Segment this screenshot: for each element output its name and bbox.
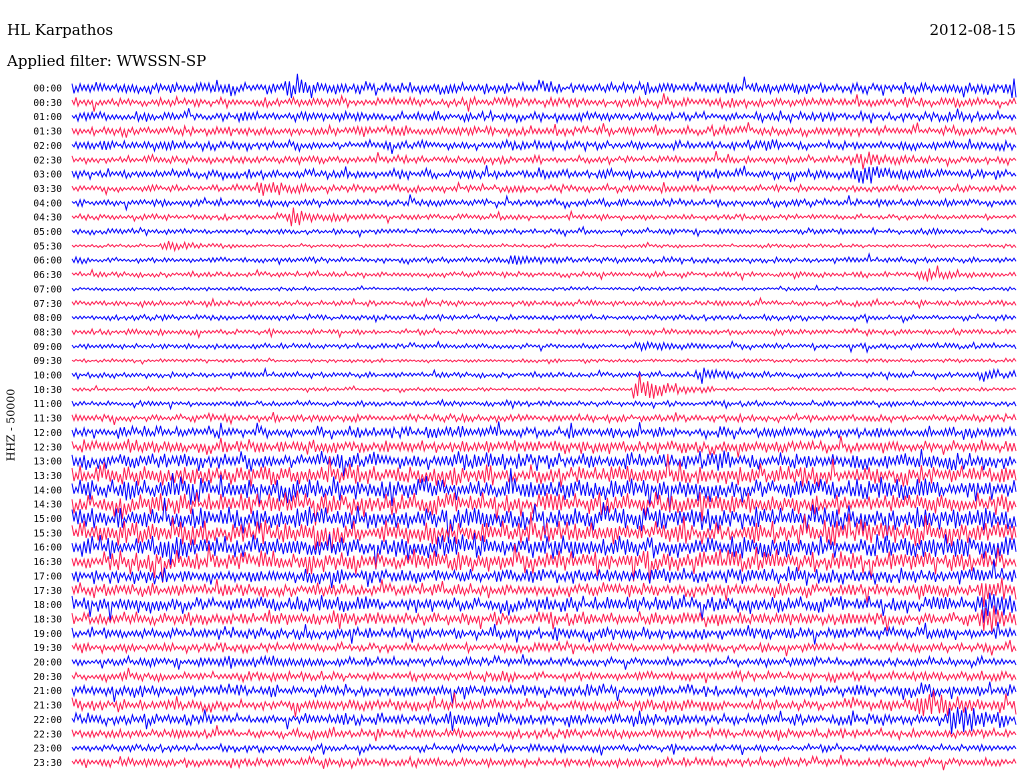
row-time-label: 00:00 — [33, 84, 62, 95]
trace-row-2000 — [71, 654, 1017, 670]
trace-row-1200 — [71, 421, 1017, 441]
trace-row-2330 — [71, 754, 1017, 771]
trace-row-0700 — [71, 284, 1017, 292]
row-time-label: 04:00 — [33, 198, 62, 209]
row-time-label: 22:00 — [33, 715, 62, 726]
row-time-label: 00:30 — [33, 98, 62, 109]
row-time-label: 07:30 — [33, 299, 62, 310]
row-time-label: 13:30 — [33, 471, 62, 482]
row-time-label: 02:00 — [33, 141, 62, 152]
trace-row-2300 — [71, 742, 1017, 757]
trace-row-2200 — [71, 707, 1017, 735]
row-time-label: 07:00 — [33, 284, 62, 295]
trace-row-0630 — [71, 265, 1017, 282]
trace-row-1930 — [71, 639, 1017, 657]
trace-row-1830 — [71, 605, 1017, 633]
trace-row-0030 — [71, 93, 1017, 112]
row-time-label: 08:30 — [33, 327, 62, 338]
row-time-label: 03:30 — [33, 184, 62, 195]
trace-row-0830 — [71, 327, 1017, 340]
row-time-label: 15:30 — [33, 528, 62, 539]
trace-row-0600 — [71, 252, 1017, 266]
trace-row-0000 — [71, 73, 1017, 99]
row-time-label: 06:00 — [33, 256, 62, 267]
row-time-label: 13:00 — [33, 457, 62, 468]
trace-row-0430 — [71, 207, 1017, 227]
row-time-label: 14:30 — [33, 500, 62, 511]
trace-row-1030 — [71, 373, 1017, 399]
trace-row-0300 — [71, 165, 1017, 184]
row-time-label: 17:00 — [33, 571, 62, 582]
row-time-label: 09:30 — [33, 356, 62, 367]
trace-row-0500 — [71, 225, 1017, 239]
row-time-label: 23:00 — [33, 744, 62, 755]
trace-group — [71, 73, 1017, 771]
row-time-label: 09:00 — [33, 342, 62, 353]
trace-row-0100 — [71, 108, 1017, 125]
row-time-label: 17:30 — [33, 586, 62, 597]
trace-row-1900 — [71, 621, 1017, 645]
row-time-label: 05:30 — [33, 241, 62, 252]
row-time-label: 10:00 — [33, 371, 62, 382]
row-time-label: 11:30 — [33, 414, 62, 425]
helicorder-chart: 00:00 00:30 01:00 01:30 02:00 02:30 03:00 03:30… — [33, 73, 1017, 771]
row-label-group: 00:00 00:30 01:00 01:30 02:00 02:30 03:00 03:30… — [33, 84, 62, 769]
row-time-label: 05:00 — [33, 227, 62, 238]
row-time-label: 11:00 — [33, 399, 62, 410]
trace-row-0930 — [71, 357, 1017, 366]
trace-row-2030 — [71, 667, 1017, 684]
trace-row-1000 — [71, 366, 1017, 384]
row-time-label: 20:30 — [33, 672, 62, 683]
row-time-label: 21:30 — [33, 701, 62, 712]
row-time-label: 06:30 — [33, 270, 62, 281]
row-time-label: 01:00 — [33, 112, 62, 123]
row-time-label: 12:30 — [33, 442, 62, 453]
row-time-label: 02:30 — [33, 155, 62, 166]
row-time-label: 04:30 — [33, 213, 62, 224]
row-time-label: 16:30 — [33, 557, 62, 568]
trace-row-0400 — [71, 194, 1017, 212]
row-time-label: 12:00 — [33, 428, 62, 439]
trace-row-0730 — [71, 296, 1017, 310]
trace-row-0200 — [71, 138, 1017, 155]
row-time-label: 21:00 — [33, 686, 62, 697]
trace-row-1230 — [71, 436, 1017, 458]
trace-row-0130 — [71, 122, 1017, 139]
row-time-label: 19:00 — [33, 629, 62, 640]
row-time-label: 03:00 — [33, 170, 62, 181]
trace-row-2230 — [71, 725, 1017, 742]
trace-row-1100 — [71, 398, 1017, 411]
helicorder-page: HL Karpathos 2012-08-15 Applied filter: … — [0, 0, 1024, 780]
trace-row-0330 — [71, 180, 1017, 197]
trace-row-0530 — [71, 240, 1017, 253]
row-time-label: 10:30 — [33, 385, 62, 396]
trace-row-0900 — [71, 340, 1017, 354]
row-time-label: 18:00 — [33, 600, 62, 611]
row-time-label: 20:00 — [33, 658, 62, 669]
row-time-label: 18:30 — [33, 614, 62, 625]
row-time-label: 16:00 — [33, 543, 62, 554]
trace-row-2100 — [71, 681, 1017, 704]
trace-row-0800 — [71, 312, 1017, 325]
row-time-label: 19:30 — [33, 643, 62, 654]
trace-row-0230 — [71, 150, 1017, 170]
row-time-label: 08:00 — [33, 313, 62, 324]
row-time-label: 15:00 — [33, 514, 62, 525]
row-time-label: 23:30 — [33, 758, 62, 769]
row-time-label: 22:30 — [33, 729, 62, 740]
trace-row-1130 — [71, 411, 1017, 426]
row-time-label: 14:00 — [33, 485, 62, 496]
row-time-label: 01:30 — [33, 127, 62, 138]
